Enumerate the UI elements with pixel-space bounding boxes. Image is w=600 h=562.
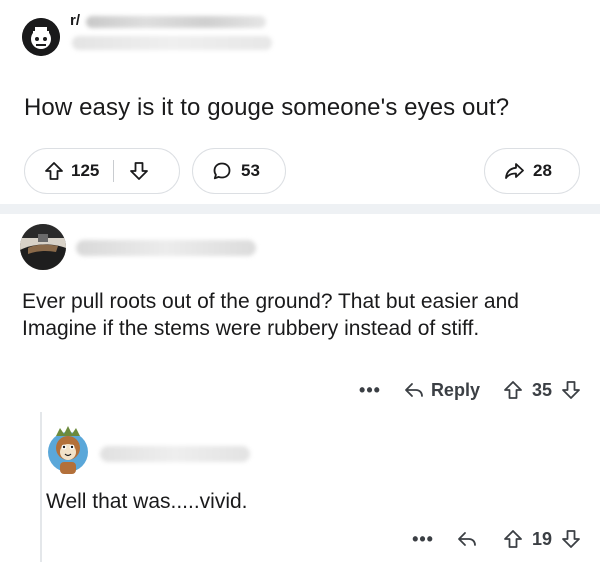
redacted-username — [100, 446, 250, 462]
arrow-up-icon[interactable] — [502, 379, 524, 401]
commenter-avatar[interactable] — [20, 224, 66, 270]
redacted-username — [76, 240, 256, 256]
reply-button[interactable]: Reply — [403, 379, 480, 401]
comment-vote-control: 19 — [502, 528, 582, 550]
comment-score: 19 — [531, 528, 552, 549]
reply-arrow-icon — [456, 528, 478, 550]
share-button[interactable]: 28 — [484, 148, 580, 194]
thread-line[interactable] — [40, 412, 42, 562]
comment-body: Well that was.....vivid. — [46, 490, 248, 513]
post-action-bar: 125 53 28 — [24, 148, 580, 194]
post-title[interactable]: How easy is it to gouge someone's eyes o… — [24, 94, 509, 122]
share-count: 28 — [533, 161, 552, 180]
arrow-down-icon[interactable] — [560, 528, 582, 550]
more-options-icon[interactable]: ••• — [359, 380, 381, 401]
speech-bubble-icon — [211, 160, 233, 182]
subreddit-avatar[interactable] — [22, 18, 60, 56]
arrow-down-icon[interactable] — [128, 160, 150, 182]
subreddit-name[interactable]: r/ — [70, 12, 80, 29]
subreddit-icon — [22, 18, 60, 56]
arrow-down-icon[interactable] — [560, 379, 582, 401]
more-options-icon[interactable]: ••• — [412, 529, 434, 550]
comment-score: 35 — [531, 379, 552, 400]
redacted-subreddit-name — [86, 16, 266, 28]
comment-vote-control: 35 — [502, 379, 582, 401]
upvote-count: 125 — [71, 161, 100, 180]
reply-arrow-icon — [403, 379, 425, 401]
reply-button[interactable] — [456, 528, 484, 550]
snoo-avatar-image — [48, 426, 88, 474]
comment-count: 53 — [241, 161, 260, 180]
section-divider — [0, 204, 600, 214]
arrow-up-icon[interactable] — [43, 160, 65, 182]
arrow-up-icon[interactable] — [502, 528, 524, 550]
comment-actions: ••• Reply 35 — [300, 372, 582, 408]
avatar-image — [20, 224, 66, 270]
comment-body: Ever pull roots out of the ground? That … — [22, 290, 519, 340]
vote-control: 125 — [24, 148, 180, 194]
post-header: r/ — [22, 10, 582, 60]
reply-label: Reply — [430, 379, 480, 400]
vote-divider — [113, 160, 115, 182]
comments-button[interactable]: 53 — [192, 148, 286, 194]
redacted-username — [72, 36, 272, 50]
share-arrow-icon — [503, 160, 525, 182]
comment-actions: ••• 19 — [300, 522, 582, 556]
commenter-avatar[interactable] — [46, 422, 90, 476]
